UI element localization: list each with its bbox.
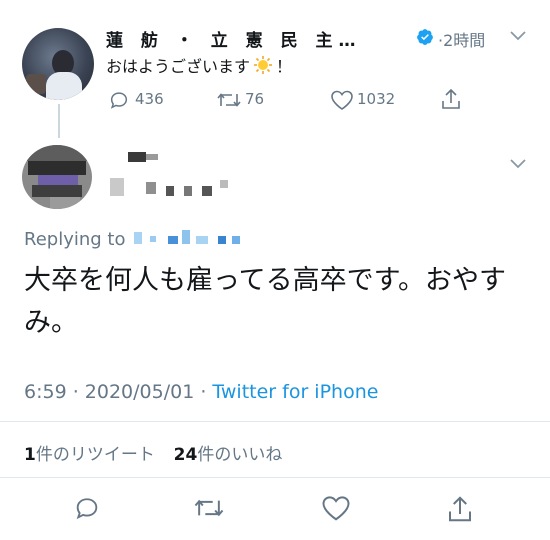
reply-author-avatar[interactable]	[22, 145, 92, 209]
replying-to-label: Replying to	[24, 229, 126, 250]
share-icon[interactable]	[440, 87, 462, 111]
like-icon[interactable]	[321, 494, 351, 522]
reply-author-name-blurred[interactable]	[106, 150, 246, 200]
replying-to-handle-blurred[interactable]	[130, 230, 250, 246]
original-tweet-text: おはようございます ！	[106, 53, 292, 79]
retweets-stat[interactable]: 1件のリツイート	[24, 445, 155, 465]
verified-badge-icon	[416, 28, 434, 46]
original-tweet-time[interactable]: ·2時間	[438, 27, 485, 51]
engagement-stats: 1件のリツイート 24件のいいね	[24, 440, 282, 465]
reply-icon[interactable]	[73, 494, 101, 522]
reply-icon[interactable]	[108, 89, 130, 111]
divider	[0, 421, 550, 422]
like-count: 1032	[357, 90, 396, 108]
sun-emoji-icon	[252, 55, 274, 79]
share-icon[interactable]	[446, 494, 474, 524]
tweet-source-link[interactable]: Twitter for iPhone	[212, 381, 378, 403]
thread-connector-line	[58, 104, 60, 138]
chevron-down-icon[interactable]	[510, 158, 526, 170]
retweet-count: 76	[245, 90, 265, 108]
likes-stat[interactable]: 24件のいいね	[174, 445, 283, 465]
reply-tweet-text: 大卒を何人も雇ってる高卒です。おやすみ。	[24, 265, 506, 338]
reply-count: 436	[135, 90, 164, 108]
tweet-meta: 6:59 · 2020/05/01 · Twitter for iPhone	[24, 381, 378, 403]
retweet-icon[interactable]	[216, 89, 242, 111]
like-icon[interactable]	[330, 89, 354, 111]
tweet-timestamp: 6:59 · 2020/05/01 ·	[24, 381, 213, 403]
retweet-icon[interactable]	[193, 494, 225, 522]
chevron-down-icon[interactable]	[510, 30, 526, 42]
original-author-avatar[interactable]	[22, 28, 94, 100]
original-author-name[interactable]: 蓮 舫 ・ 立 憲 民 主…	[106, 26, 362, 51]
divider	[0, 477, 550, 478]
